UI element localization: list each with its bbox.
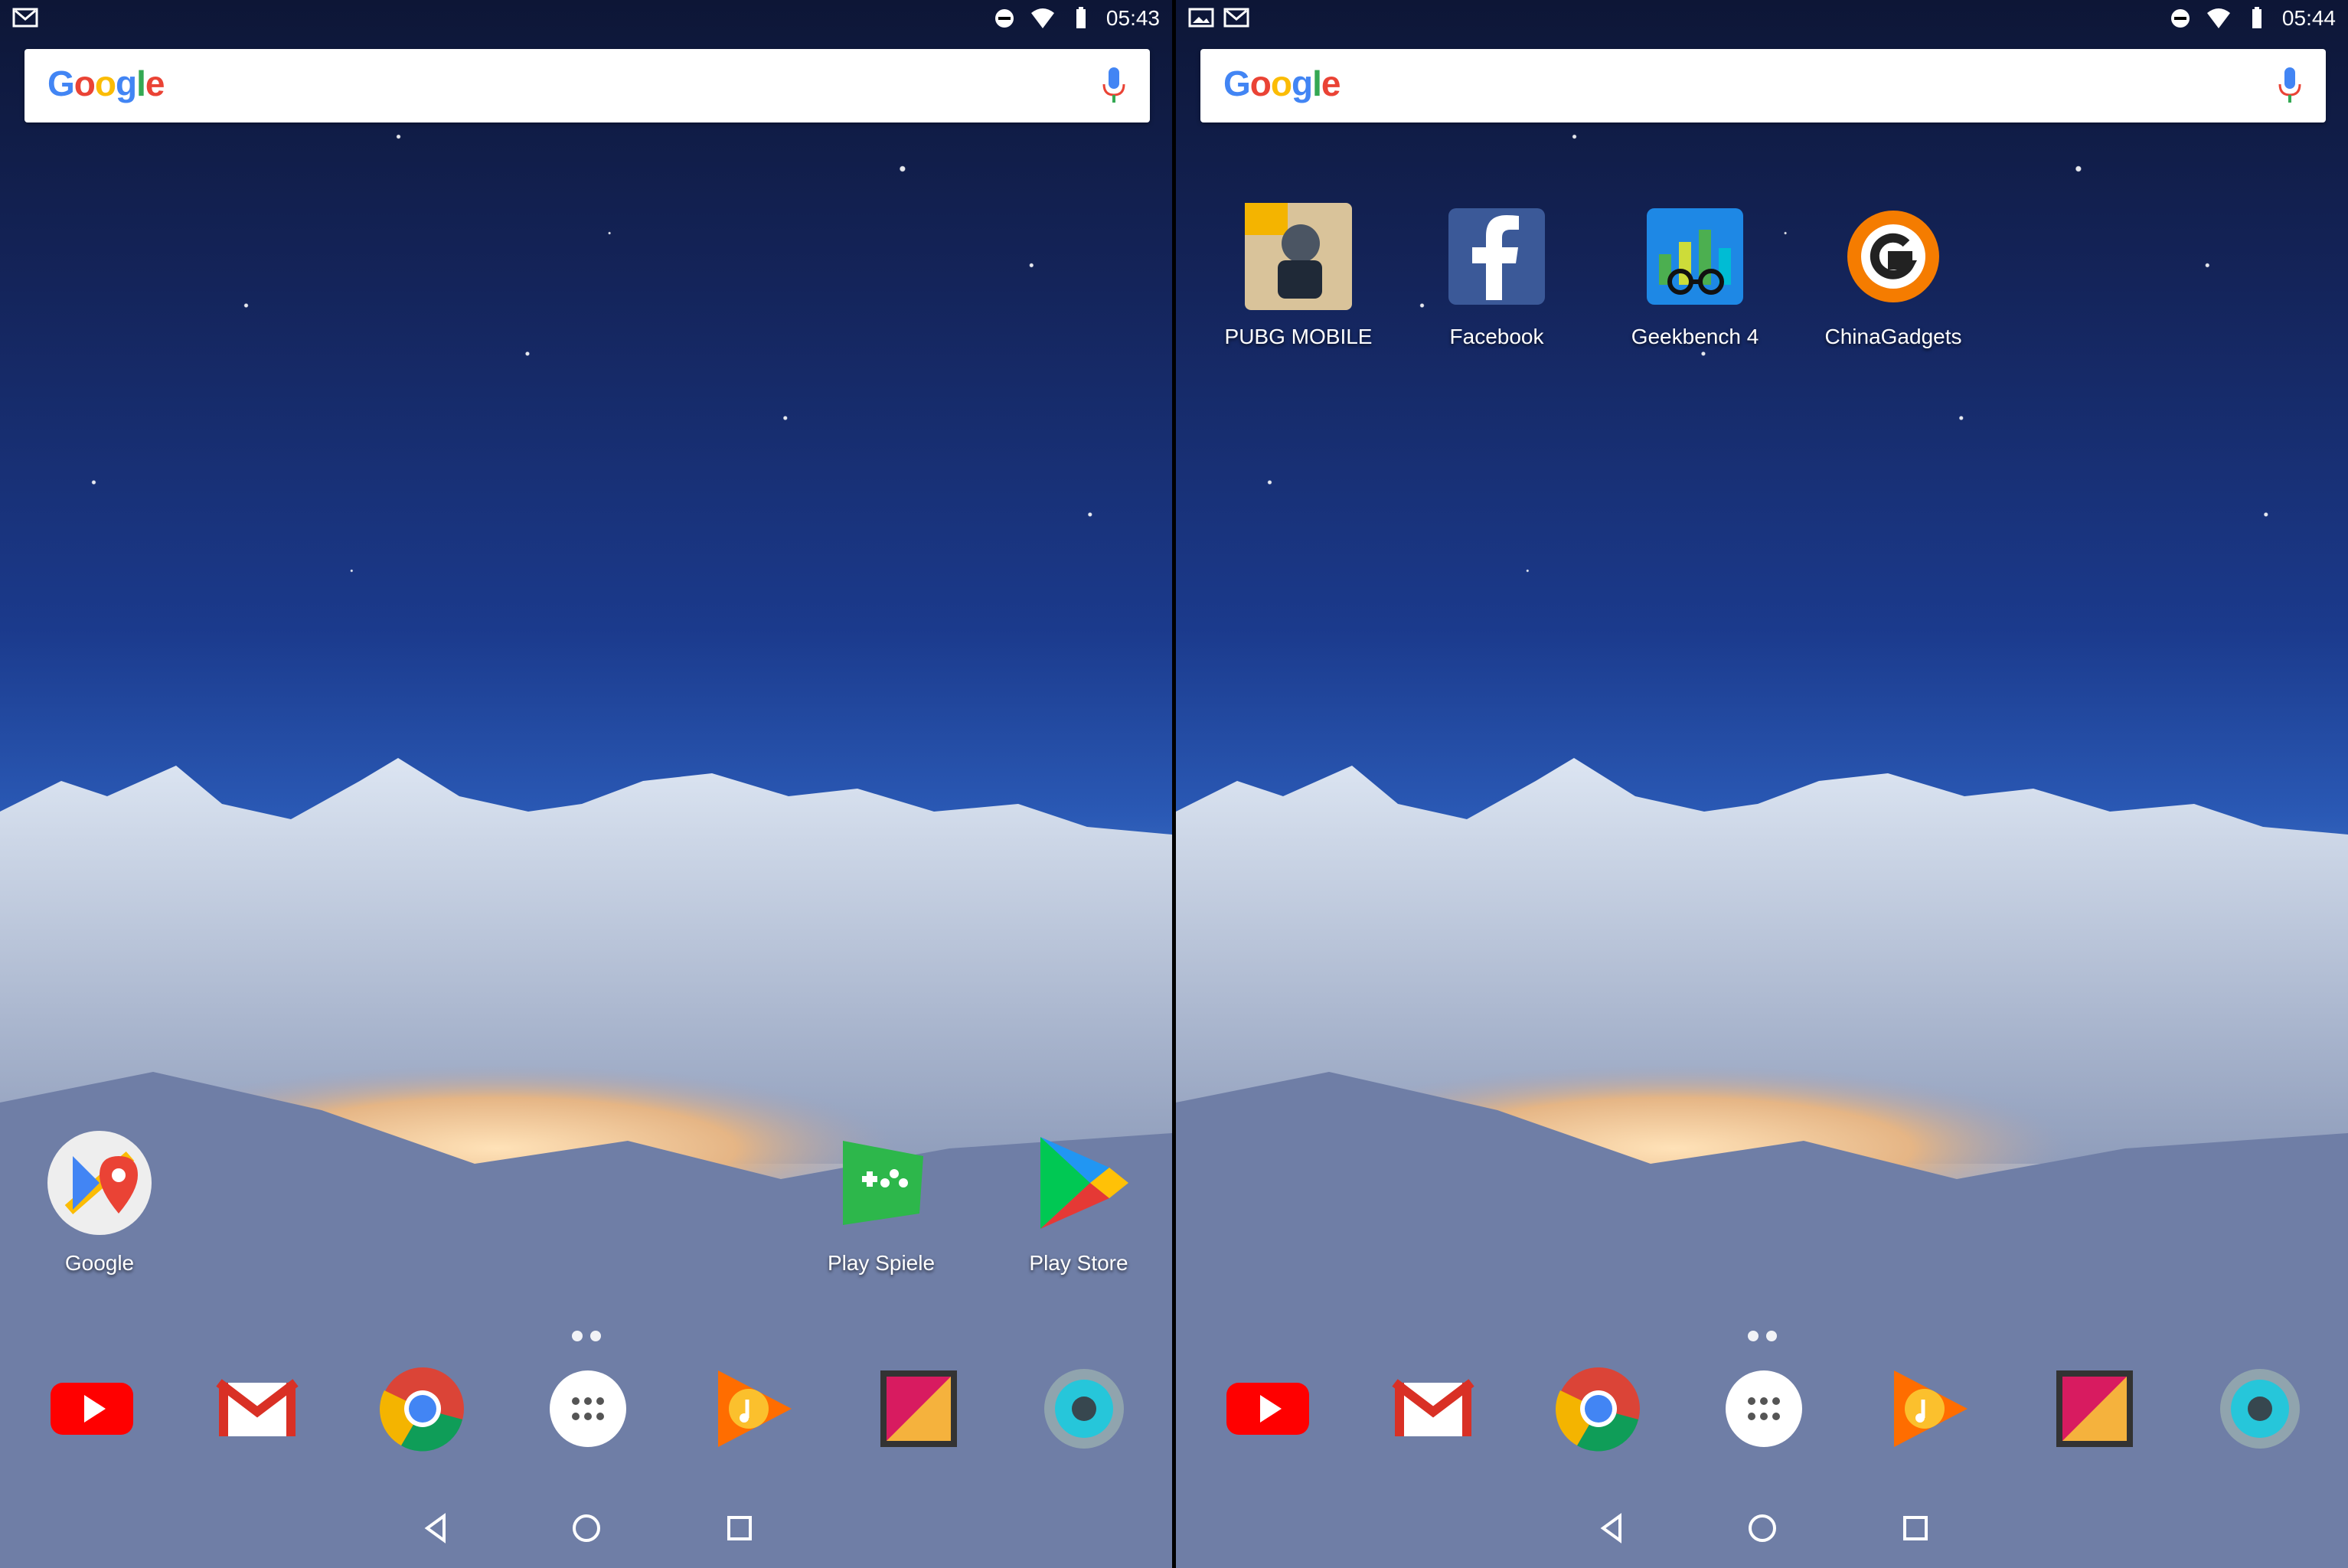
status-bar: 05:43 bbox=[0, 0, 1172, 40]
navigation-bar bbox=[0, 1488, 1172, 1568]
dock bbox=[0, 1364, 1172, 1456]
gmail-notification-icon bbox=[1223, 8, 1249, 28]
chrome-icon[interactable] bbox=[1554, 1364, 1643, 1453]
home-icon[interactable] bbox=[1744, 1510, 1781, 1547]
app-drawer-icon[interactable] bbox=[1719, 1364, 1808, 1453]
google-logo: Google bbox=[47, 64, 165, 103]
app-label: Play Store bbox=[1029, 1251, 1128, 1275]
app-pubg-mobile[interactable]: PUBG MOBILE bbox=[1210, 199, 1386, 349]
page-dot bbox=[589, 1331, 601, 1341]
dock bbox=[1176, 1364, 2348, 1456]
page-indicator bbox=[571, 1331, 601, 1341]
navigation-bar bbox=[1176, 1488, 2348, 1568]
pubg-icon bbox=[1245, 203, 1352, 310]
app-geekbench[interactable]: Geekbench 4 bbox=[1607, 199, 1783, 349]
image-notification-icon bbox=[1188, 8, 1214, 28]
battery-icon bbox=[2252, 7, 2261, 28]
app-label: Geekbench 4 bbox=[1631, 325, 1759, 348]
battery-icon bbox=[1076, 7, 1086, 28]
home-icon[interactable] bbox=[568, 1510, 605, 1547]
app-play-spiele[interactable]: Play Spiele bbox=[793, 1125, 969, 1276]
gallery-icon[interactable] bbox=[874, 1364, 963, 1453]
home-screen-left: 05:43 Google Google Play Spiele Play Sto… bbox=[0, 0, 1172, 1568]
app-label: PUBG MOBILE bbox=[1224, 325, 1373, 348]
do-not-disturb-icon bbox=[2170, 9, 2190, 28]
page-dot bbox=[1765, 1331, 1777, 1341]
clock: 05:44 bbox=[2281, 6, 2336, 30]
play-store-icon bbox=[1040, 1137, 1128, 1229]
back-icon[interactable] bbox=[1594, 1510, 1631, 1547]
app-label: Google bbox=[64, 1251, 135, 1275]
google-search-bar[interactable]: Google bbox=[1200, 49, 2326, 122]
app-drawer-icon[interactable] bbox=[544, 1364, 632, 1453]
wifi-icon bbox=[1030, 8, 1054, 28]
app-facebook[interactable]: Facebook bbox=[1409, 199, 1585, 349]
recents-icon[interactable] bbox=[1897, 1510, 1934, 1547]
home-screen-right: 05:44 Google PUBG MOBILE Facebook Geekbe… bbox=[1176, 0, 2348, 1568]
app-play-store[interactable]: Play Store bbox=[991, 1125, 1167, 1276]
recents-icon[interactable] bbox=[721, 1510, 758, 1547]
page-dot bbox=[1747, 1331, 1759, 1341]
split-screenshot: 05:43 Google Google Play Spiele Play Sto… bbox=[0, 0, 2348, 1568]
wifi-icon bbox=[2206, 8, 2230, 28]
back-icon[interactable] bbox=[418, 1510, 455, 1547]
chinagadgets-icon bbox=[1847, 211, 1939, 302]
gmail-icon[interactable] bbox=[1389, 1364, 1478, 1453]
app-chinagadgets[interactable]: ChinaGadgets bbox=[1805, 199, 1981, 349]
page-indicator bbox=[1747, 1331, 1777, 1341]
do-not-disturb-icon bbox=[994, 9, 1014, 28]
gmail-notification-icon bbox=[12, 8, 38, 28]
status-bar: 05:44 bbox=[1176, 0, 2348, 40]
play-games-icon bbox=[843, 1141, 923, 1225]
play-music-icon[interactable] bbox=[709, 1364, 798, 1453]
app-google[interactable]: Google bbox=[11, 1125, 188, 1276]
mic-icon[interactable] bbox=[1101, 66, 1127, 106]
app-label: Play Spiele bbox=[827, 1251, 936, 1275]
play-music-icon[interactable] bbox=[1885, 1364, 1974, 1453]
app-label: ChinaGadgets bbox=[1824, 325, 1962, 348]
page-dot bbox=[571, 1331, 583, 1341]
google-logo: Google bbox=[1223, 64, 1341, 103]
google-search-bar[interactable]: Google bbox=[24, 49, 1150, 122]
mic-icon[interactable] bbox=[2277, 66, 2303, 106]
youtube-icon[interactable] bbox=[1223, 1364, 1312, 1453]
facebook-icon bbox=[1448, 208, 1545, 305]
gmail-icon[interactable] bbox=[213, 1364, 302, 1453]
camera-icon[interactable] bbox=[1040, 1364, 1128, 1453]
youtube-icon[interactable] bbox=[47, 1364, 136, 1453]
chrome-icon[interactable] bbox=[378, 1364, 467, 1453]
gallery-icon[interactable] bbox=[2050, 1364, 2139, 1453]
camera-icon[interactable] bbox=[2216, 1364, 2304, 1453]
app-label: Facebook bbox=[1449, 325, 1544, 348]
google-maps-icon bbox=[47, 1131, 152, 1235]
geekbench-icon bbox=[1647, 208, 1743, 305]
clock: 05:43 bbox=[1105, 6, 1160, 30]
